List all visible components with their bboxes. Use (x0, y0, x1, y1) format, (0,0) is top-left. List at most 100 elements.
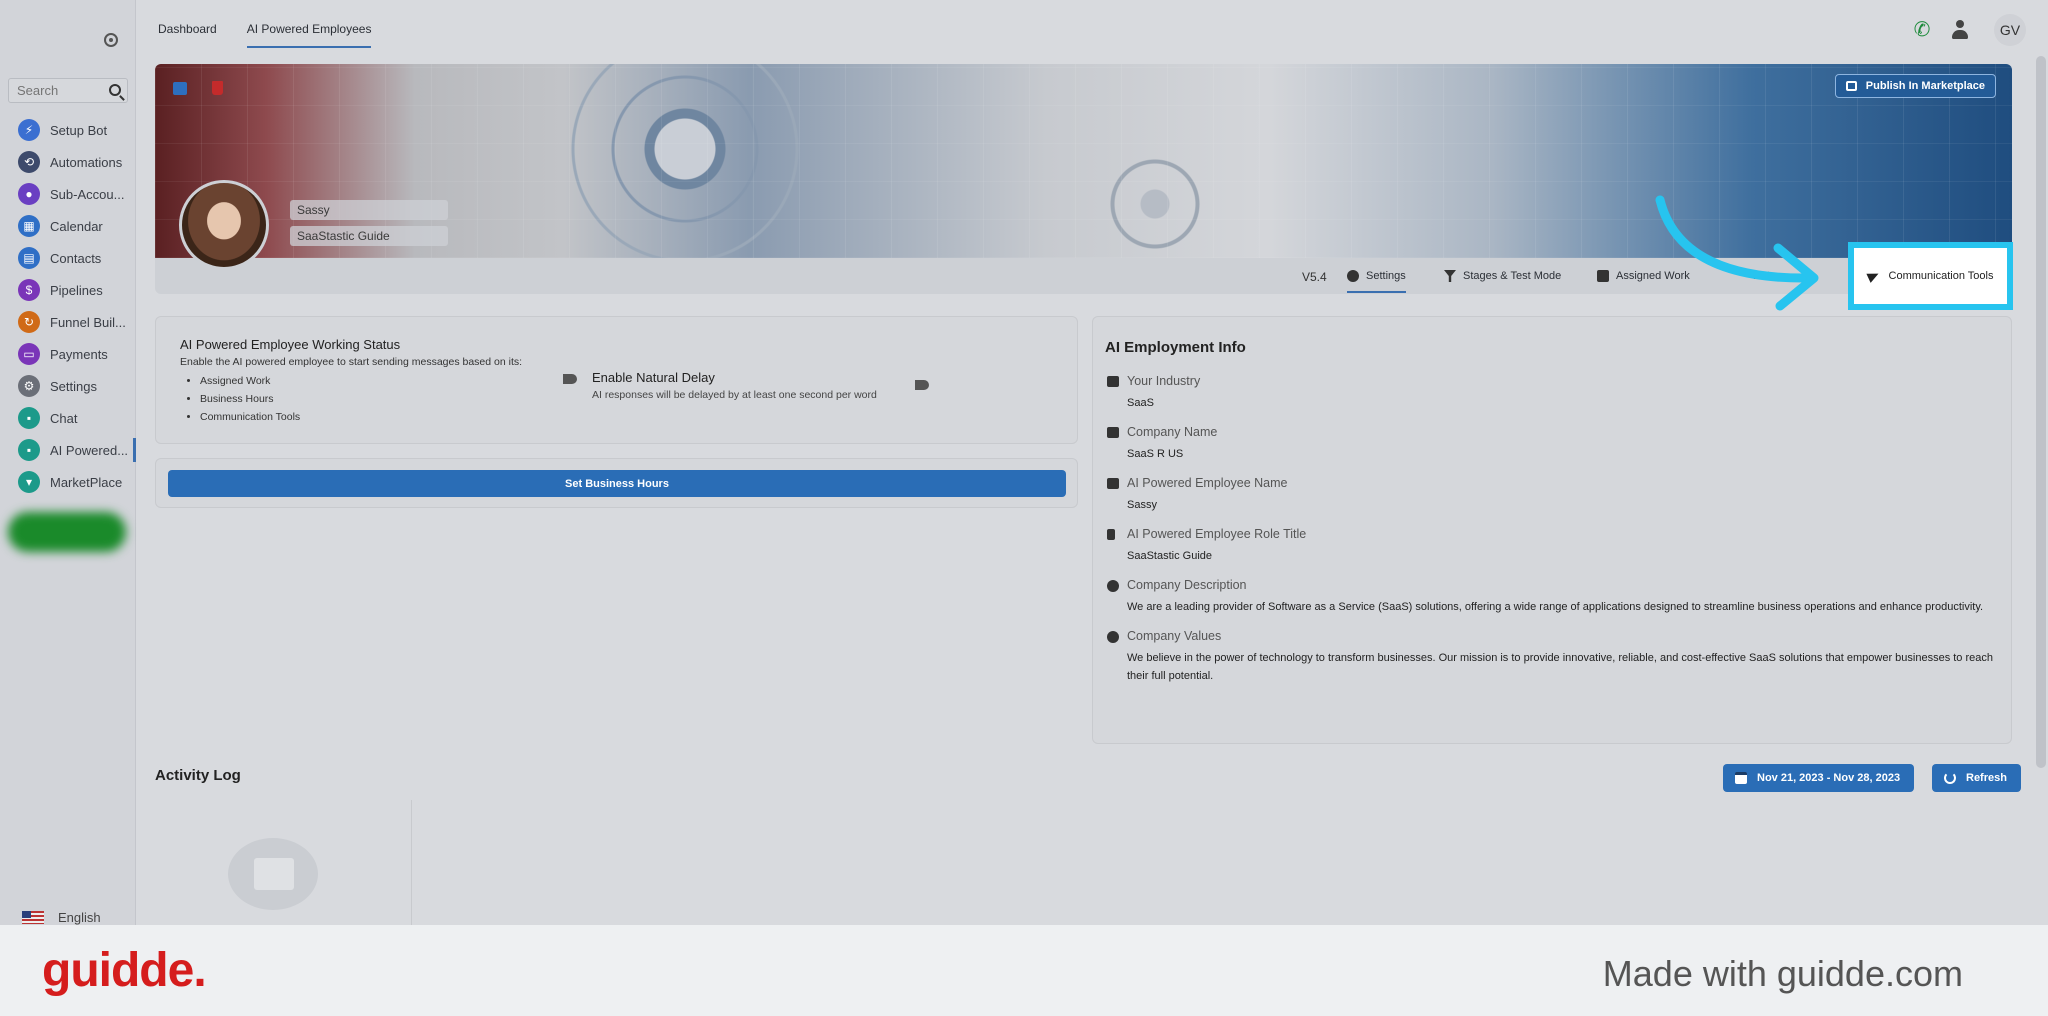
sidebar-toggle-icon[interactable] (104, 33, 118, 47)
blurred-button[interactable] (8, 512, 126, 552)
date-range-button[interactable]: Nov 21, 2023 - Nov 28, 2023 (1723, 764, 1915, 792)
sidebar-item-setup-bot[interactable]: ⚡ Setup Bot (0, 114, 136, 146)
sidebar-item-funnel-builder[interactable]: ↻ Funnel Buil... (0, 306, 136, 338)
guide-arrow-icon (1655, 195, 1819, 311)
guidde-logo: guidde. (42, 944, 207, 997)
info-label: Your Industry (1127, 374, 1201, 388)
sidebar-item-label: Sub-Accou... (50, 186, 125, 202)
sidebar-item-contacts[interactable]: ▤ Contacts (0, 242, 136, 274)
sidebar-item-payments[interactable]: ▭ Payments (0, 338, 136, 370)
info-row-employee-name: AI Powered Employee Name Sassy (1105, 476, 1999, 514)
people-icon[interactable] (1950, 18, 1978, 42)
set-business-hours-button[interactable]: Set Business Hours (168, 470, 1066, 497)
info-value: We believe in the power of technology to… (1127, 652, 1993, 682)
info-value: SaaS R US (1127, 448, 1184, 460)
activity-log-title: Activity Log (155, 767, 241, 784)
guidde-footer: guidde. Made with guidde.com (0, 925, 2048, 1016)
tab-communication-tools[interactable]: Communication Tools (1848, 242, 2013, 310)
status-subtitle: Enable the AI powered employee to start … (180, 356, 523, 368)
breadcrumb-tabs: Dashboard AI Powered Employees (158, 22, 372, 48)
info-label: Company Name (1127, 425, 1218, 439)
search-input[interactable] (9, 79, 101, 102)
info-value: SaaS (1127, 397, 1154, 409)
sidebar-item-label: Setup Bot (50, 122, 108, 138)
us-flag-icon (22, 911, 44, 924)
sidebar-item-label: Contacts (50, 250, 102, 266)
sidebar-item-marketplace[interactable]: ▾ MarketPlace (0, 466, 136, 498)
tab-stages-test-mode[interactable]: Stages & Test Mode (1444, 270, 1561, 282)
info-label: Company Description (1127, 578, 1247, 592)
info-value: We are a leading provider of Software as… (1127, 601, 1984, 613)
settings-face-icon (1347, 270, 1359, 282)
info-label: AI Powered Employee Name (1127, 476, 1288, 490)
employment-info-card: AI Employment Info Your Industry SaaS Co… (1092, 316, 2012, 744)
status-title: AI Powered Employee Working Status (180, 337, 401, 352)
employee-role-field[interactable]: SaaStastic Guide (290, 226, 448, 246)
refresh-icon (1944, 772, 1956, 784)
info-row-role-title: AI Powered Employee Role Title SaaStasti… (1105, 527, 1999, 565)
profile-photo (179, 180, 269, 270)
contacts-icon: ▤ (18, 247, 40, 269)
natural-delay-toggle[interactable] (915, 380, 929, 390)
sidebar-item-label: Funnel Buil... (50, 314, 126, 330)
building-icon (1107, 427, 1119, 438)
sidebar-item-sub-accounts[interactable]: ● Sub-Accou... (0, 178, 136, 210)
info-row-company-name: Company Name SaaS R US (1105, 425, 1999, 463)
marketplace-icon: ▾ (18, 471, 40, 493)
sidebar-item-ai-powered[interactable]: ▪ AI Powered... (0, 434, 136, 466)
phone-icon[interactable]: ✆ (1910, 18, 1934, 42)
sidebar-item-label: MarketPlace (50, 474, 123, 490)
sidebar-item-settings[interactable]: ⚙ Settings (0, 370, 136, 402)
header-actions: ✆ GV (1910, 14, 2026, 46)
briefcase-icon (1597, 270, 1609, 282)
info-row-values: Company Values We believe in the power o… (1105, 629, 1999, 685)
empty-state-illustration (228, 838, 318, 910)
user-icon: ● (18, 183, 40, 205)
sidebar-item-automations[interactable]: ⟲ Automations (0, 146, 136, 178)
delay-subtitle: AI responses will be delayed by at least… (592, 389, 877, 401)
info-label: Company Values (1127, 629, 1222, 643)
tab-label: Settings (1366, 270, 1406, 282)
date-range-label: Nov 21, 2023 - Nov 28, 2023 (1757, 772, 1901, 784)
publish-marketplace-button[interactable]: Publish In Marketplace (1834, 74, 1996, 98)
tab-ai-powered-employees[interactable]: AI Powered Employees (246, 22, 372, 48)
working-status-toggle[interactable] (563, 374, 577, 384)
list-item: Communication Tools (200, 408, 1053, 426)
language-selector[interactable]: English (22, 910, 101, 925)
tab-label: Communication Tools (1888, 270, 1994, 282)
funnel-icon: ↻ (18, 311, 40, 333)
divider (411, 800, 412, 925)
refresh-button[interactable]: Refresh (1932, 764, 2021, 792)
sidebar-item-chat[interactable]: ▪ Chat (0, 402, 136, 434)
info-icon (1107, 580, 1119, 592)
business-hours-card: Set Business Hours (155, 458, 1078, 508)
sidebar-item-calendar[interactable]: ▦ Calendar (0, 210, 136, 242)
factory-icon (1107, 376, 1119, 387)
avatar[interactable]: GV (1994, 14, 2026, 46)
info-icon (1107, 631, 1119, 643)
info-value: SaaStastic Guide (1127, 550, 1212, 562)
sidebar-item-label: Automations (50, 154, 123, 170)
info-row-description: Company Description We are a leading pro… (1105, 578, 1999, 616)
sidebar-item-label: Chat (50, 410, 78, 426)
sidebar: ⚡ Setup Bot ⟲ Automations ● Sub-Accou... ▦ C… (0, 0, 136, 925)
funnel-icon (1444, 270, 1456, 282)
info-value: Sassy (1127, 499, 1157, 511)
sidebar-item-label: AI Powered... (50, 442, 129, 458)
page-scrollbar[interactable] (2036, 56, 2046, 768)
tab-dashboard[interactable]: Dashboard (158, 22, 217, 48)
flag-icon (1107, 529, 1115, 540)
automation-icon: ⟲ (18, 151, 40, 173)
sidebar-item-label: Payments (50, 346, 108, 362)
tab-settings[interactable]: Settings (1347, 270, 1406, 293)
publish-label: Publish In Marketplace (1865, 80, 1985, 92)
dollar-icon: $ (18, 279, 40, 301)
sidebar-item-pipelines[interactable]: $ Pipelines (0, 274, 136, 306)
language-label: English (58, 910, 101, 925)
image-icon[interactable] (173, 82, 187, 95)
calendar-icon (1735, 772, 1747, 784)
employee-name-field[interactable]: Sassy (290, 200, 448, 220)
search-icon[interactable] (109, 84, 121, 96)
chat-icon: ▪ (18, 407, 40, 429)
trash-icon[interactable] (212, 81, 223, 95)
